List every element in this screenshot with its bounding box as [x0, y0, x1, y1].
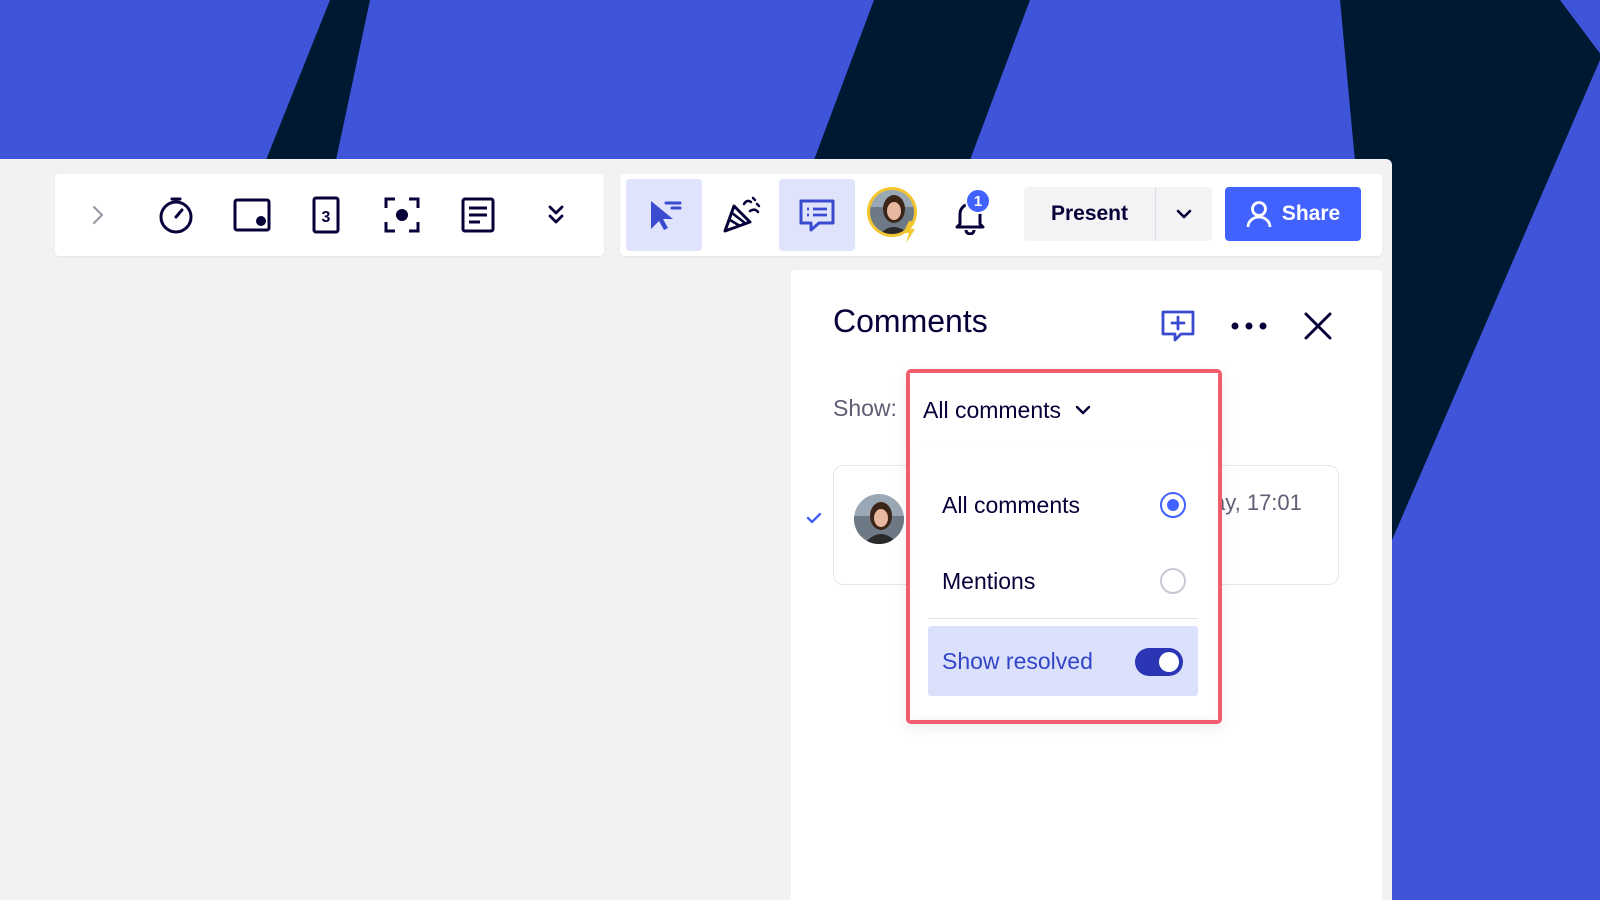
option-mentions[interactable]: Mentions: [942, 568, 1035, 595]
left-toolbar: 3: [55, 174, 604, 256]
present-options-button[interactable]: [1156, 187, 1212, 241]
chevron-down-icon: [1075, 405, 1091, 415]
toggle-knob: [1159, 652, 1179, 672]
present-button-group: Present: [1024, 187, 1212, 241]
notes-icon[interactable]: [440, 179, 516, 251]
celebrate-icon[interactable]: [703, 179, 779, 251]
card-icon[interactable]: 3: [288, 179, 364, 251]
show-resolved-label: Show resolved: [942, 648, 1093, 674]
notification-badge: 1: [965, 188, 991, 214]
present-button[interactable]: Present: [1024, 187, 1155, 241]
comment-author-avatar: [854, 494, 904, 544]
select-cursor-icon[interactable]: [626, 179, 702, 251]
show-resolved-toggle[interactable]: [1135, 648, 1183, 676]
expand-more-icon[interactable]: [518, 179, 594, 251]
collaborator-avatar[interactable]: [856, 179, 932, 251]
show-filter-label: Show:: [833, 395, 897, 421]
radio-all-comments[interactable]: [1160, 492, 1186, 518]
filter-dropdown-value: All comments: [923, 396, 1062, 423]
timer-icon[interactable]: [138, 179, 214, 251]
bell-icon[interactable]: 1: [932, 179, 1008, 251]
add-comment-icon[interactable]: [1158, 306, 1198, 346]
share-label: Share: [1281, 202, 1341, 225]
radio-mentions[interactable]: [1160, 568, 1186, 594]
share-button[interactable]: Share: [1225, 187, 1361, 241]
check-icon: [806, 511, 822, 530]
chevron-right-icon[interactable]: [60, 179, 136, 251]
filter-dropdown[interactable]: All comments: [923, 392, 1093, 428]
user-icon: [1246, 201, 1272, 228]
focus-icon[interactable]: [364, 179, 440, 251]
close-icon[interactable]: [1298, 306, 1338, 346]
chevron-down-icon: [1176, 209, 1192, 219]
frame-icon[interactable]: [214, 179, 290, 251]
panel-title: Comments: [833, 303, 988, 339]
svg-text:3: 3: [322, 209, 331, 226]
menu-divider: [928, 618, 1198, 619]
more-options-icon[interactable]: [1228, 306, 1270, 346]
comment-timestamp: ay, 17:01: [1213, 490, 1302, 515]
comments-icon[interactable]: [779, 179, 855, 251]
option-all-comments[interactable]: All comments: [942, 492, 1080, 519]
